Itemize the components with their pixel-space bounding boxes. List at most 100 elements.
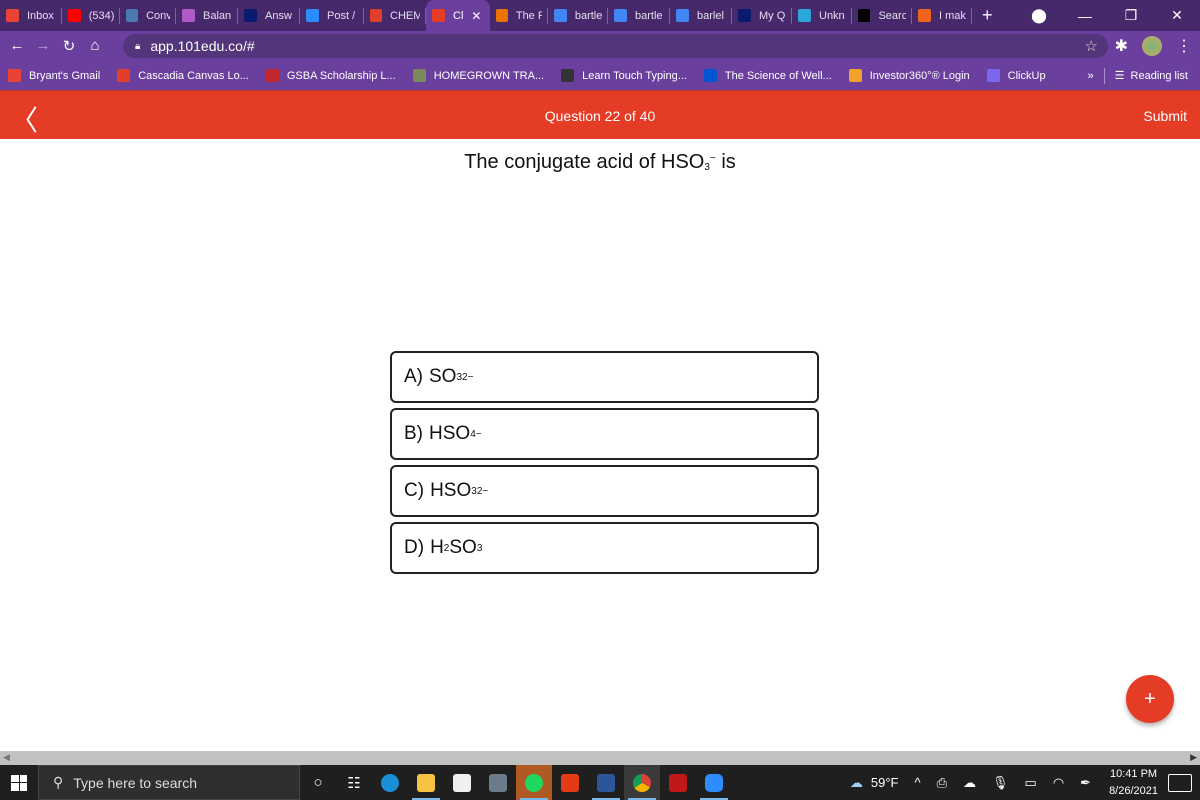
url-bar[interactable]: 🔒︎ app.101edu.co/# ☆ bbox=[123, 34, 1108, 58]
extensions-puzzle-icon[interactable]: ✱ bbox=[1115, 36, 1128, 56]
clock[interactable]: 10:41 PM 8/26/2021 bbox=[1109, 766, 1158, 800]
tab-label: My Q bbox=[759, 9, 786, 22]
browser-tab[interactable]: Cl ✕ bbox=[426, 0, 490, 31]
notification-center-icon[interactable] bbox=[1168, 773, 1192, 792]
microphone-icon[interactable]: 🎙︎ bbox=[992, 775, 1009, 791]
bookmark-item[interactable]: Learn Touch Typing... bbox=[561, 69, 687, 82]
tab-label: Conv bbox=[146, 9, 170, 22]
taskbar-search-box[interactable]: ⚲ Type here to search bbox=[38, 765, 300, 800]
profile-avatar[interactable] bbox=[1142, 36, 1162, 56]
browser-tab[interactable]: CHEM bbox=[364, 0, 426, 31]
choice-formula-part: HSO bbox=[430, 480, 472, 501]
bookmarks-bar: Bryant's Gmail Cascadia Canvas Lo... GSBA … bbox=[0, 61, 1200, 90]
chrome-icon[interactable] bbox=[624, 765, 660, 800]
browser-tab[interactable]: My Q bbox=[732, 0, 792, 31]
browser-tab[interactable]: bartle bbox=[548, 0, 608, 31]
reading-list-icon: ☰ bbox=[1114, 70, 1125, 82]
kebab-menu-icon[interactable]: ⋮ bbox=[1176, 36, 1192, 56]
answer-choice[interactable]: B) HSO 4− bbox=[390, 408, 819, 460]
file-explorer-icon[interactable] bbox=[408, 765, 444, 800]
bookmark-item[interactable]: GSBA Scholarship L... bbox=[265, 69, 396, 82]
task-view-icon[interactable]: ☷ bbox=[336, 765, 372, 800]
mcafee-icon[interactable] bbox=[660, 765, 696, 800]
office-icon[interactable] bbox=[552, 765, 588, 800]
edge-icon[interactable] bbox=[372, 765, 408, 800]
tab-label: barlel bbox=[697, 9, 724, 22]
close-window-button[interactable]: ✕ bbox=[1154, 7, 1200, 24]
browser-tab[interactable]: Inbox bbox=[0, 0, 62, 31]
store-icon[interactable] bbox=[444, 765, 480, 800]
weather-temp[interactable]: 59°F bbox=[871, 775, 899, 790]
canvas-icon bbox=[117, 69, 131, 82]
url-text: app.101edu.co/# bbox=[150, 38, 255, 54]
zoom-app-icon[interactable] bbox=[696, 765, 732, 800]
bookmark-item[interactable]: ClickUp bbox=[986, 69, 1046, 82]
answer-choice[interactable]: C) HSO 3 2− bbox=[390, 465, 819, 517]
lab-tube-icon bbox=[798, 9, 811, 22]
browser-tab[interactable]: Unkn bbox=[792, 0, 852, 31]
browser-tab[interactable]: Conv bbox=[120, 0, 176, 31]
scroll-left-arrow-icon[interactable]: ◀ bbox=[3, 752, 10, 763]
pen-icon[interactable]: ✒ bbox=[1080, 775, 1091, 791]
search-icon: ⚲ bbox=[53, 774, 64, 790]
cortana-icon[interactable]: ○ bbox=[300, 765, 336, 800]
bookmark-item[interactable]: Investor360°® Login bbox=[848, 69, 970, 82]
horizontal-scrollbar[interactable]: ◀ ▶ bbox=[0, 751, 1200, 765]
bookmarks-overflow-button[interactable]: » bbox=[1088, 70, 1094, 82]
bookmark-label: Learn Touch Typing... bbox=[582, 69, 687, 82]
back-button[interactable]: ← bbox=[4, 37, 30, 55]
choice-formula-part: 3 bbox=[476, 542, 483, 554]
browser-tab[interactable]: Answ bbox=[238, 0, 300, 31]
start-button[interactable] bbox=[0, 765, 38, 800]
gmail-icon bbox=[8, 69, 21, 82]
battery-icon[interactable]: ▭ bbox=[1025, 775, 1037, 791]
answer-choice[interactable]: A) SO 3 2− bbox=[390, 351, 819, 403]
bookmark-item[interactable]: Cascadia Canvas Lo... bbox=[117, 69, 249, 82]
home-button[interactable]: ⌂ bbox=[82, 37, 108, 55]
reload-button[interactable]: ↻ bbox=[56, 37, 82, 55]
window-controls: ⬤ — ❐ ✕ bbox=[1016, 7, 1200, 24]
bookmark-item[interactable]: Bryant's Gmail bbox=[8, 69, 100, 82]
weather-cloud-icon[interactable]: ☁ bbox=[850, 775, 863, 791]
reading-list-button[interactable]: Reading list bbox=[1131, 70, 1188, 82]
close-tab-icon[interactable]: ✕ bbox=[471, 9, 481, 23]
new-tab-button[interactable]: + bbox=[972, 5, 1003, 26]
answer-choice[interactable]: D) H 2 SO 3 bbox=[390, 522, 819, 574]
browser-tab[interactable]: (534) bbox=[62, 0, 120, 31]
calculator-icon[interactable] bbox=[480, 765, 516, 800]
gmail-icon bbox=[6, 9, 19, 22]
browser-tab[interactable]: bartle bbox=[608, 0, 670, 31]
bartleby-b-icon bbox=[244, 9, 257, 22]
bookmark-star-icon[interactable]: ☆ bbox=[1085, 37, 1098, 55]
typing-icon bbox=[561, 69, 575, 82]
browser-tab[interactable]: The F bbox=[490, 0, 548, 31]
system-tray: ☁ 59°F ^ ⎙ ☁ 🎙︎ ▭ ◠ ✒ 10:41 PM 8/26/2021 bbox=[842, 766, 1200, 800]
bookmark-item[interactable]: The Science of Well... bbox=[703, 69, 832, 82]
word-icon[interactable] bbox=[588, 765, 624, 800]
add-fab-button[interactable]: + bbox=[1126, 675, 1174, 723]
spotify-icon[interactable] bbox=[516, 765, 552, 800]
restore-button[interactable]: ❐ bbox=[1108, 7, 1154, 24]
wifi-icon[interactable]: ◠ bbox=[1053, 775, 1064, 791]
scroll-right-arrow-icon[interactable]: ▶ bbox=[1190, 752, 1197, 763]
browser-tab[interactable]: Balan bbox=[176, 0, 238, 31]
browser-tab[interactable]: Post / bbox=[300, 0, 364, 31]
forward-button[interactable]: → bbox=[30, 37, 56, 55]
onedrive-cloud-icon[interactable]: ☁ bbox=[963, 775, 976, 791]
browser-tab[interactable]: barlel bbox=[670, 0, 732, 31]
clickup-icon bbox=[986, 69, 1000, 82]
tab-label: CHEM bbox=[390, 9, 420, 22]
choice-letter: D) bbox=[404, 537, 425, 558]
choice-formula-part: HSO bbox=[429, 423, 471, 444]
profile-menu-icon[interactable]: ⬤ bbox=[1016, 7, 1062, 24]
etsy-e-icon bbox=[918, 9, 931, 22]
meet-now-icon[interactable]: ⎙ bbox=[937, 775, 947, 791]
choice-letter: C) bbox=[404, 480, 425, 501]
minimize-button[interactable]: — bbox=[1062, 8, 1108, 24]
browser-tab[interactable]: I mak bbox=[912, 0, 972, 31]
submit-button[interactable]: Submit bbox=[1143, 108, 1187, 124]
browser-tab[interactable]: Searc bbox=[852, 0, 912, 31]
bookmark-label: Bryant's Gmail bbox=[29, 69, 101, 82]
show-hidden-icons-chevron-icon[interactable]: ^ bbox=[914, 775, 920, 790]
bookmark-item[interactable]: HOMEGROWN TRA... bbox=[412, 69, 544, 82]
